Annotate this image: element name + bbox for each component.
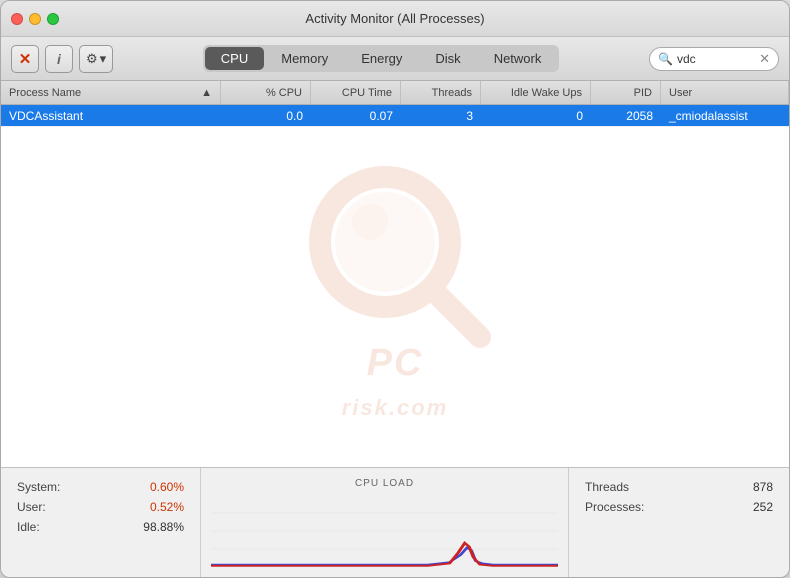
chevron-down-icon: ▾ (100, 51, 107, 67)
watermark-subtext: risk.com (342, 395, 449, 421)
stat-user-row: User: 0.52% (17, 500, 184, 514)
col-header-idle-wake[interactable]: Idle Wake Ups (481, 81, 591, 104)
stat-threads-row: Threads 878 (585, 480, 773, 494)
tab-network[interactable]: Network (478, 47, 558, 70)
gear-menu-button[interactable]: ⚙ ▾ (79, 45, 113, 73)
col-header-process[interactable]: Process Name ▲ (1, 81, 221, 104)
stats-left: System: 0.60% User: 0.52% Idle: 98.88% (1, 468, 201, 577)
close-button[interactable] (11, 13, 23, 25)
col-process-label: Process Name (9, 87, 81, 99)
toolbar-right: 🔍 ✕ (649, 47, 779, 71)
column-headers: Process Name ▲ % CPU CPU Time Threads Id… (1, 81, 789, 105)
toolbar-center: CPU Memory Energy Disk Network (121, 45, 641, 72)
col-cpu-time-label: CPU Time (342, 87, 392, 99)
col-header-threads[interactable]: Threads (401, 81, 481, 104)
stat-processes-value: 252 (753, 500, 773, 514)
watermark-logo (295, 152, 495, 352)
cell-user: _cmiodalassist (661, 105, 789, 126)
col-cpu-pct-label: % CPU (266, 87, 302, 99)
cpu-load-panel: CPU LOAD (201, 468, 569, 577)
table-row[interactable]: VDCAssistant 0.0 0.07 3 0 2058 _cmiodala… (1, 105, 789, 127)
col-threads-label: Threads (432, 87, 472, 99)
tab-memory[interactable]: Memory (265, 47, 344, 70)
cell-cpu-time: 0.07 (311, 105, 401, 126)
tab-disk[interactable]: Disk (419, 47, 476, 70)
toolbar: ✕ i ⚙ ▾ CPU Memory Energy Disk Network 🔍 (1, 37, 789, 81)
cell-threads: 3 (401, 105, 481, 126)
watermark-text: PC (367, 342, 424, 385)
info-button[interactable]: i (45, 45, 73, 73)
stat-user-value: 0.52% (150, 500, 184, 514)
main-window: Activity Monitor (All Processes) ✕ i ⚙ ▾… (0, 0, 790, 578)
stat-idle-row: Idle: 98.88% (17, 520, 184, 534)
minimize-button[interactable] (29, 13, 41, 25)
window-title: Activity Monitor (All Processes) (305, 11, 484, 26)
stat-idle-label: Idle: (17, 520, 40, 534)
stat-idle-value: 98.88% (143, 520, 184, 534)
bottom-panel: System: 0.60% User: 0.52% Idle: 98.88% C… (1, 467, 789, 577)
cell-process-name: VDCAssistant (1, 105, 221, 126)
process-table: PC risk.com VDCAssistant 0.0 0.07 3 0 20… (1, 105, 789, 467)
cpu-load-title: CPU LOAD (355, 478, 414, 489)
info-icon: i (57, 51, 61, 67)
stat-system-label: System: (17, 480, 60, 494)
col-idle-wake-label: Idle Wake Ups (511, 87, 582, 99)
watermark-content: PC risk.com (295, 152, 495, 421)
watermark: PC risk.com (1, 105, 789, 467)
close-process-button[interactable]: ✕ (11, 45, 39, 73)
gear-icon: ⚙ (86, 51, 98, 67)
maximize-button[interactable] (47, 13, 59, 25)
sort-arrow-icon: ▲ (201, 87, 212, 99)
search-input[interactable] (677, 52, 755, 66)
stats-right: Threads 878 Processes: 252 (569, 468, 789, 577)
search-icon: 🔍 (658, 52, 673, 66)
stat-user-label: User: (17, 500, 46, 514)
stat-processes-row: Processes: 252 (585, 500, 773, 514)
clear-search-icon[interactable]: ✕ (759, 51, 770, 67)
toolbar-left: ✕ i ⚙ ▾ (11, 45, 113, 73)
cell-cpu-pct: 0.0 (221, 105, 311, 126)
tab-cpu[interactable]: CPU (205, 47, 264, 70)
titlebar: Activity Monitor (All Processes) (1, 1, 789, 37)
stat-system-value: 0.60% (150, 480, 184, 494)
col-pid-label: PID (634, 87, 652, 99)
stat-threads-value: 878 (753, 480, 773, 494)
cpu-chart (211, 495, 558, 567)
col-header-user[interactable]: User (661, 81, 789, 104)
cell-idle-wake: 0 (481, 105, 591, 126)
col-header-cpu-pct[interactable]: % CPU (221, 81, 311, 104)
cell-pid: 2058 (591, 105, 661, 126)
search-box[interactable]: 🔍 ✕ (649, 47, 779, 71)
tab-energy[interactable]: Energy (345, 47, 418, 70)
tab-bar: CPU Memory Energy Disk Network (203, 45, 560, 72)
traffic-lights (11, 13, 59, 25)
col-header-cpu-time[interactable]: CPU Time (311, 81, 401, 104)
stat-system-row: System: 0.60% (17, 480, 184, 494)
stat-processes-label: Processes: (585, 500, 644, 514)
close-process-icon: ✕ (19, 50, 32, 68)
col-header-pid[interactable]: PID (591, 81, 661, 104)
stat-threads-label: Threads (585, 480, 629, 494)
col-user-label: User (669, 87, 692, 99)
